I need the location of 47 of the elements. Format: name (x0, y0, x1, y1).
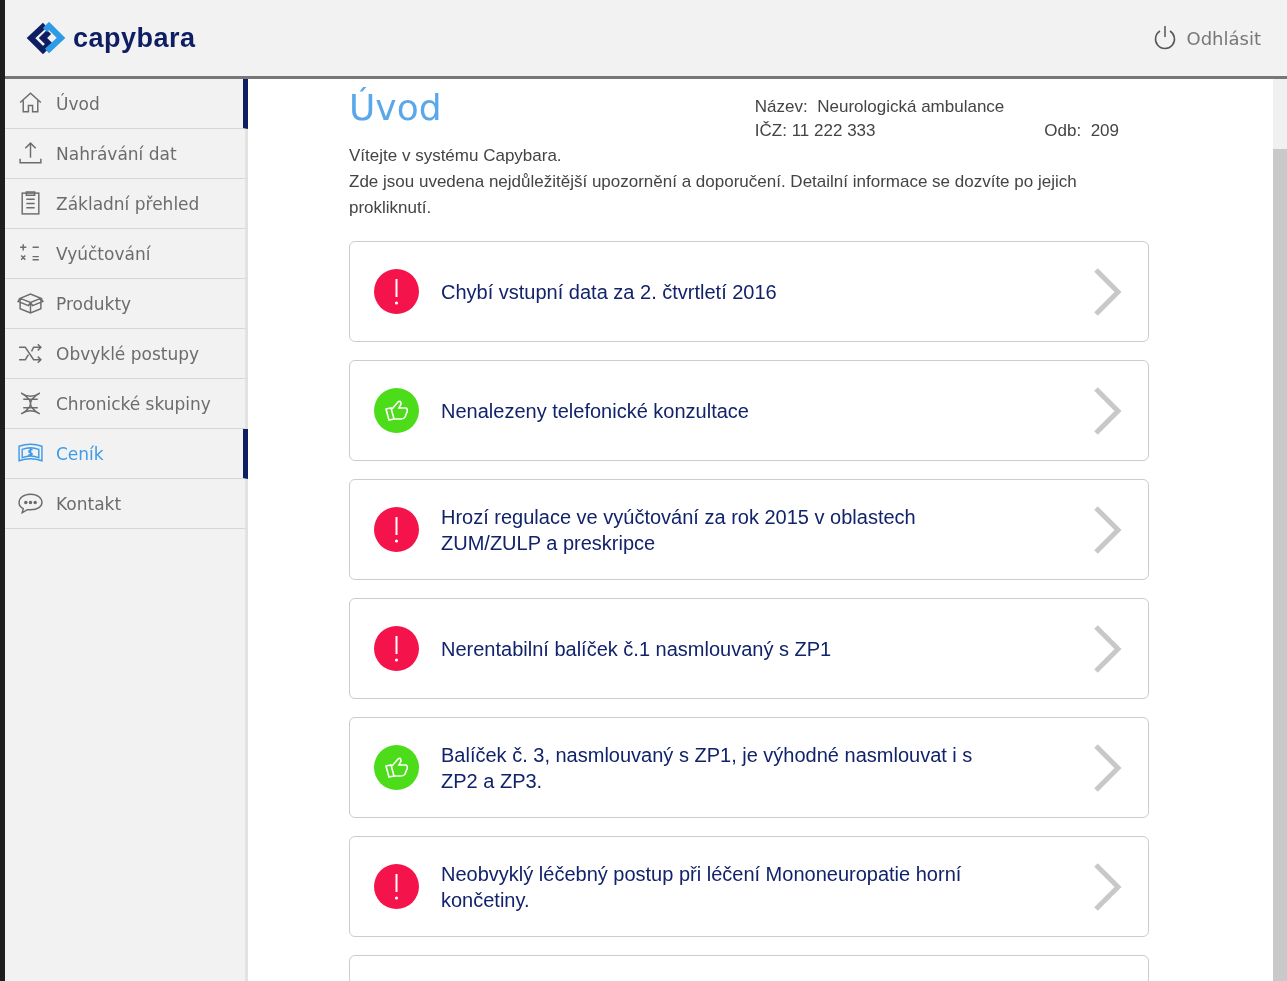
sidebar-item[interactable]: Vyúčtování (5, 229, 248, 279)
sidebar-item[interactable]: Základní přehled (5, 179, 248, 229)
alert-text: Nerentabilní balíček č.1 nasmlouvaný s ZP1 (441, 636, 833, 662)
chevron-right-icon (1092, 741, 1122, 794)
alert-text: Nenalezeny telefonické konzultace (441, 398, 750, 424)
alert-card[interactable]: Nenalezeny telefonické konzultace (349, 360, 1149, 461)
chevron-right-icon (1092, 860, 1122, 913)
alert-text: Neobvyklý léčebný postup při léčení Mononeuropatie horní končetiny. (441, 861, 963, 913)
chevron-right-icon (1092, 265, 1122, 318)
thumbs-up-icon (374, 745, 419, 790)
exclamation-icon (374, 626, 419, 671)
name-info: Název: Neurologická ambulance (754, 97, 1005, 117)
power-icon (1152, 25, 1177, 51)
upload-icon (17, 140, 44, 167)
alert-text: Chybí vstupní data za 2. čtvrtletí 2016 (441, 279, 778, 305)
sidebar-item[interactable]: Chronické skupiny (5, 379, 248, 429)
alert-card[interactable]: Chybí vstupní data za 2. čtvrtletí 2016 (349, 241, 1149, 342)
sidebar-item[interactable]: Produkty (5, 279, 248, 329)
logout-button[interactable]: Odhlásit (1148, 21, 1265, 55)
intro-text: Vítejte v systému Capybara. (349, 145, 563, 167)
exclamation-icon (374, 507, 419, 552)
alert-card[interactable]: Hrozí regulace ve vyúčtování za rok 2015 v oblastech ZUM/ZULP a preskripce (349, 479, 1149, 580)
logo-icon (25, 22, 67, 54)
chevron-right-icon (1092, 384, 1122, 437)
thumbs-up-icon (374, 388, 419, 433)
exclamation-icon (374, 269, 419, 314)
chevron-right-icon (1092, 622, 1122, 675)
alert-text: Hrozí regulace ve vyúčtování za rok 2015 v oblastech ZUM/ZULP a preskripce (441, 504, 917, 556)
department-info: Odb: 209 (1044, 121, 1119, 141)
sidebar-item[interactable]: Ceník (5, 429, 248, 479)
sidebar-item[interactable]: Obvyklé postupy (5, 329, 248, 379)
intro-text: Zde jsou uvedena nejdůležitější upozornění a doporučení. Detailní informace se dozvíte po jejich prokliknutí. (349, 171, 1078, 219)
sidebar-item[interactable]: Úvod (5, 79, 248, 129)
scrollbar[interactable] (1273, 79, 1287, 981)
logo-text: capybara (73, 22, 196, 54)
page-title: Úvod (349, 87, 442, 130)
sidebar-item[interactable]: Kontakt (5, 479, 248, 529)
alert-card[interactable]: Neobvyklý léčebný postup při léčení Mononeuropatie horní končetiny. (349, 836, 1149, 937)
exclamation-icon (374, 864, 419, 909)
chevron-right-icon (1092, 503, 1122, 556)
alert-text: Balíček č. 3, nasmlouvaný s ZP1, je výhodné nasmlouvat i s ZP2 a ZP3. (441, 742, 974, 794)
box-icon (17, 290, 44, 317)
icz-info: IČZ: 11 222 333 (754, 121, 877, 141)
alert-card[interactable]: Balíček č. 3, nasmlouvaný s ZP1, je výhodné nasmlouvat i s ZP2 a ZP3. (349, 717, 1149, 818)
alert-card[interactable]: Nerentabilní balíček č.1 nasmlouvaný s ZP1 (349, 598, 1149, 699)
sidebar-item[interactable]: Nahrávání dat (5, 129, 248, 179)
chat-bubble-icon (17, 490, 44, 517)
